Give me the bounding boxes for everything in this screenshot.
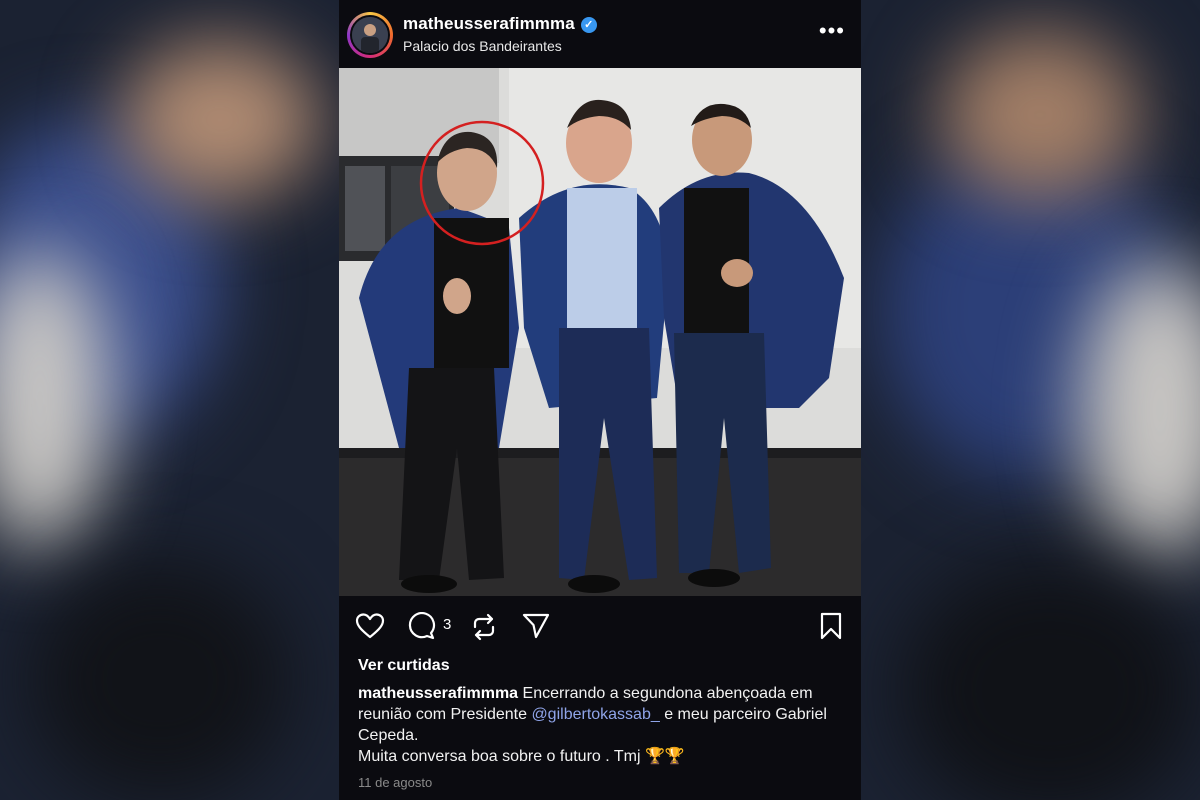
- username-text[interactable]: matheusserafimmma: [403, 14, 575, 33]
- verified-icon: ✓: [580, 17, 597, 33]
- heart-icon[interactable]: [355, 612, 385, 640]
- post-date: 11 de agosto: [358, 775, 433, 790]
- more-options-icon[interactable]: •••: [819, 20, 845, 42]
- repost-icon[interactable]: [469, 612, 499, 642]
- bookmark-icon[interactable]: [819, 612, 843, 640]
- instagram-post: matheusserafimmma ✓ Palacio dos Bandeiran…: [339, 0, 861, 800]
- location[interactable]: Palacio dos Bandeirantes: [403, 38, 562, 54]
- username[interactable]: matheusserafimmma ✓: [403, 14, 597, 34]
- avatar[interactable]: [347, 12, 393, 58]
- share-icon[interactable]: [521, 612, 551, 640]
- avatar-image: [350, 15, 390, 55]
- view-likes-link[interactable]: Ver curtidas: [358, 657, 450, 675]
- caption-second-line: Muita conversa boa sobre o futuro . Tmj …: [358, 748, 685, 765]
- action-bar: 3: [339, 600, 861, 652]
- post-photo[interactable]: [339, 68, 861, 596]
- post-header: matheusserafimmma ✓ Palacio dos Bandeiran…: [339, 0, 861, 68]
- caption-mention[interactable]: @gilbertokassab_: [531, 706, 659, 723]
- comment-count: 3: [443, 616, 452, 633]
- post-caption: matheusserafimmma Encerrando a segundona…: [358, 683, 848, 767]
- comment-icon[interactable]: [406, 612, 436, 640]
- caption-username[interactable]: matheusserafimmma: [358, 685, 518, 702]
